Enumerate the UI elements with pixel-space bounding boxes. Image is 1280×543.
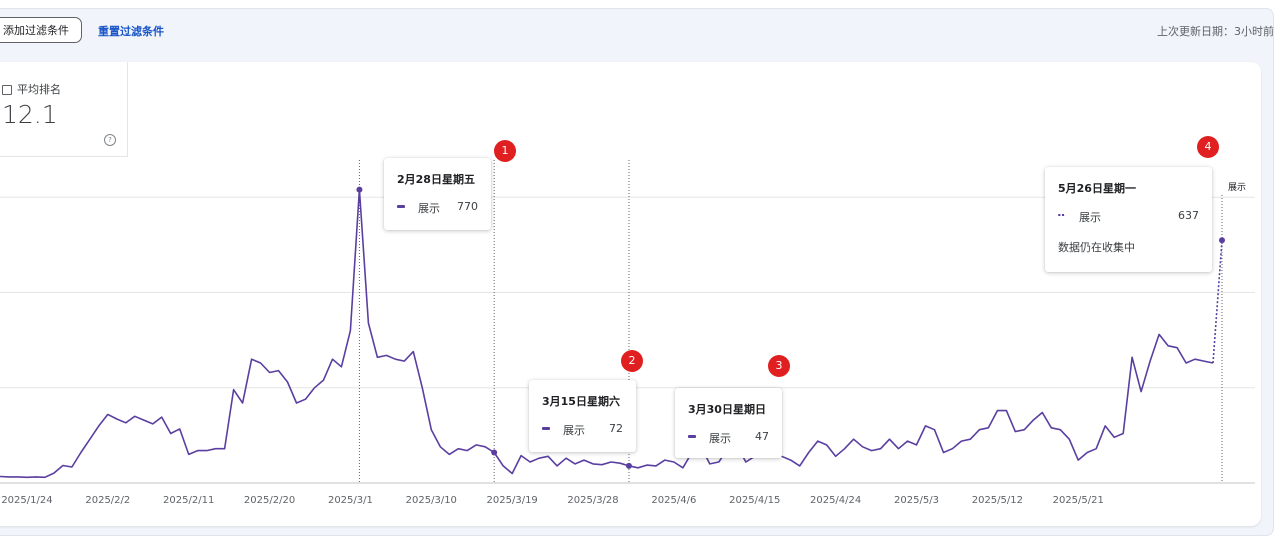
- tooltip-value: 637: [1178, 209, 1199, 222]
- x-tick-label: 2025/2/11: [163, 495, 214, 506]
- series-line-partial: [1212, 240, 1223, 364]
- tooltip-date: 3月30日星期日: [688, 403, 766, 416]
- x-tick-label: 2025/3/10: [406, 495, 457, 506]
- series-swatch-dotted-icon: [1058, 214, 1065, 216]
- tooltip-row: 展示 47: [688, 430, 769, 445]
- tooltip-4: 5月26日星期一 展示 637 数据仍在收集中: [1045, 167, 1212, 272]
- tooltip-value: 770: [457, 200, 478, 213]
- x-tick-label: 2025/4/24: [810, 495, 861, 506]
- x-tick-label: 2025/2/2: [85, 495, 130, 506]
- annotation-badge-3: 3: [768, 355, 790, 377]
- x-tick-label: 2025/2/20: [244, 495, 295, 506]
- tooltip-row: 展示 72: [542, 422, 623, 437]
- tooltip-1: 2月28日星期五 展示 770: [384, 158, 491, 230]
- x-tick-label: 2025/1/24: [1, 495, 52, 506]
- x-tick-label: 2025/5/21: [1053, 495, 1104, 506]
- tooltip-value: 47: [755, 430, 769, 443]
- x-tick-label: 2025/5/3: [894, 495, 939, 506]
- tooltip-value: 72: [609, 422, 623, 435]
- data-point: [356, 186, 363, 193]
- tooltip-series-name: 展示: [563, 424, 585, 437]
- tooltip-series-name: 展示: [418, 202, 440, 215]
- tooltip-date: 3月15日星期六: [542, 395, 620, 408]
- x-tick-label: 2025/4/15: [729, 495, 780, 506]
- tooltip-2: 3月15日星期六 展示 72: [529, 380, 636, 452]
- x-tick-label: 2025/5/12: [972, 495, 1023, 506]
- series-swatch-icon: [688, 435, 696, 438]
- tooltip-3: 3月30日星期日 展示 47: [675, 388, 782, 458]
- right-axis-label: 展示: [1228, 183, 1247, 193]
- x-tick-label: 2025/3/28: [567, 495, 618, 506]
- tooltip-series-name: 展示: [709, 432, 731, 445]
- tooltip-row: 展示 637: [1058, 209, 1199, 224]
- x-tick-label: 2025/3/19: [487, 495, 538, 506]
- data-point: [625, 462, 632, 469]
- tooltip-series-name: 展示: [1079, 211, 1101, 224]
- series-swatch-icon: [397, 205, 405, 208]
- annotation-badge-1: 1: [494, 140, 516, 162]
- tooltip-note: 数据仍在收集中: [1058, 241, 1135, 254]
- annotation-badge-4: 4: [1197, 136, 1219, 158]
- data-point: [491, 449, 498, 456]
- tooltip-date: 5月26日星期一: [1058, 182, 1136, 195]
- data-point: [1219, 237, 1225, 244]
- tooltip-row: 展示 770: [397, 200, 478, 215]
- series-swatch-icon: [542, 427, 550, 430]
- x-tick-label: 2025/4/6: [651, 495, 696, 506]
- tooltip-date: 2月28日星期五: [397, 173, 475, 186]
- annotation-badge-2: 2: [621, 350, 643, 372]
- x-tick-label: 2025/3/1: [328, 495, 373, 506]
